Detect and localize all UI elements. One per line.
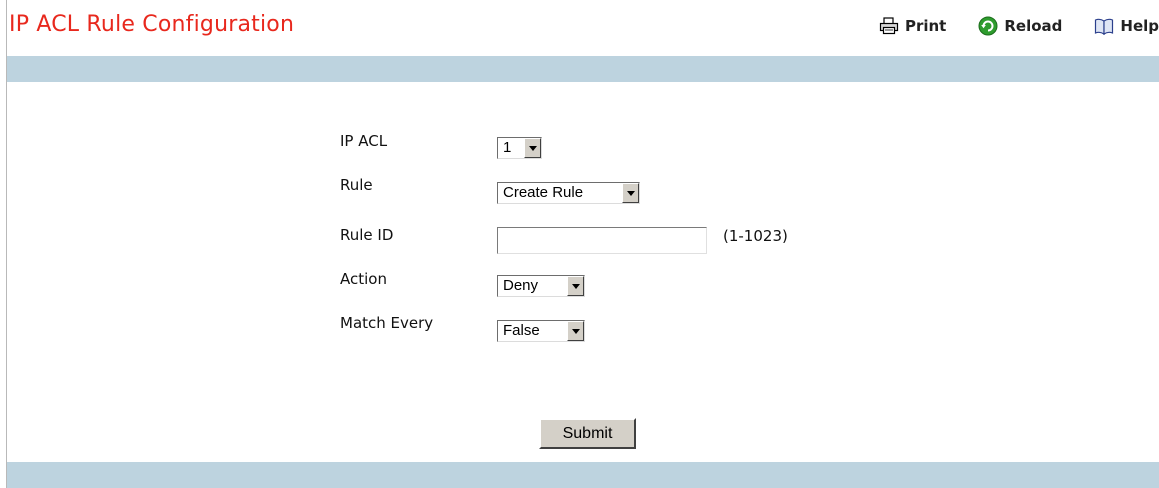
action-select[interactable]: Deny: [497, 275, 585, 297]
help-book-icon: [1094, 17, 1114, 35]
print-label: Print: [904, 17, 947, 35]
rule-value: Create Rule: [503, 184, 584, 201]
reload-label: Reload: [1004, 17, 1063, 35]
match-every-label: Match Every: [340, 314, 434, 332]
toolbar: Print Reload Help: [847, 14, 1159, 38]
chevron-down-icon: [567, 276, 584, 296]
help-button[interactable]: Help: [1094, 17, 1159, 35]
printer-icon: [879, 17, 899, 35]
header-band: [7, 56, 1159, 82]
chevron-down-icon: [567, 321, 584, 341]
page-title: IP ACL Rule Configuration: [9, 12, 295, 37]
reload-icon: [978, 16, 998, 36]
chevron-down-icon: [622, 183, 639, 203]
rule-id-label: Rule ID: [340, 226, 394, 244]
action-label: Action: [340, 270, 387, 288]
submit-button[interactable]: Submit: [539, 418, 636, 449]
ip-acl-label: IP ACL: [340, 132, 388, 150]
footer-band: [7, 462, 1159, 488]
rule-id-input[interactable]: [497, 227, 707, 254]
reload-button[interactable]: Reload: [978, 16, 1062, 36]
help-label: Help: [1120, 17, 1159, 35]
rule-id-range-hint: (1-1023): [723, 227, 788, 245]
match-every-value: False: [503, 322, 540, 339]
rule-select[interactable]: Create Rule: [497, 182, 640, 204]
ip-acl-value: 1: [503, 139, 512, 156]
print-button[interactable]: Print: [879, 17, 946, 35]
action-value: Deny: [503, 277, 539, 294]
ip-acl-select[interactable]: 1: [497, 137, 542, 159]
chevron-down-icon: [524, 138, 541, 158]
rule-label: Rule: [340, 176, 373, 194]
match-every-select[interactable]: False: [497, 320, 585, 342]
